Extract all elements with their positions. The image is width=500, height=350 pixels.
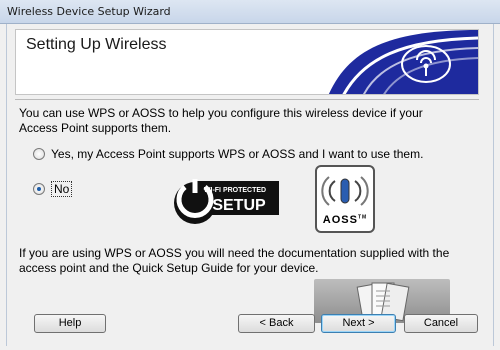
header-panel: Setting Up Wireless — [15, 29, 479, 95]
radio-yes[interactable]: Yes, my Access Point supports WPS or AOS… — [33, 147, 423, 161]
radio-no-indicator[interactable] — [33, 183, 45, 195]
wps-logo-line2: SETUP — [212, 197, 266, 214]
wps-logo-line1: WI-FI PROTECTED — [204, 187, 266, 194]
radio-yes-label[interactable]: Yes, my Access Point supports WPS or AOS… — [51, 147, 423, 161]
wps-logo-icon: WI-FI PROTECTED SETUP — [174, 179, 279, 224]
documentation-note: If you are using WPS or AOSS you will ne… — [19, 246, 450, 275]
radio-yes-indicator[interactable] — [33, 148, 45, 160]
description-text: You can use WPS or AOSS to help you conf… — [19, 106, 423, 135]
page-title: Setting Up Wireless — [26, 36, 167, 53]
wireless-banner-icon — [308, 30, 478, 94]
aoss-label: AOSSTM — [322, 214, 368, 226]
wizard-window: Setting Up Wireless You can use WPS or A… — [6, 24, 494, 346]
aoss-waves-icon — [321, 176, 369, 206]
cancel-button[interactable]: Cancel — [404, 314, 478, 333]
next-button[interactable]: Next > — [321, 314, 396, 333]
back-button[interactable]: < Back — [238, 314, 315, 333]
help-button[interactable]: Help — [34, 314, 106, 333]
radio-no-label[interactable]: No — [51, 181, 73, 197]
header-separator — [15, 99, 479, 100]
aoss-logo: AOSSTM — [315, 165, 375, 233]
radio-no[interactable]: No — [33, 181, 73, 197]
title-bar: Wireless Device Setup Wizard — [0, 0, 500, 24]
window-title: Wireless Device Setup Wizard — [7, 5, 171, 18]
